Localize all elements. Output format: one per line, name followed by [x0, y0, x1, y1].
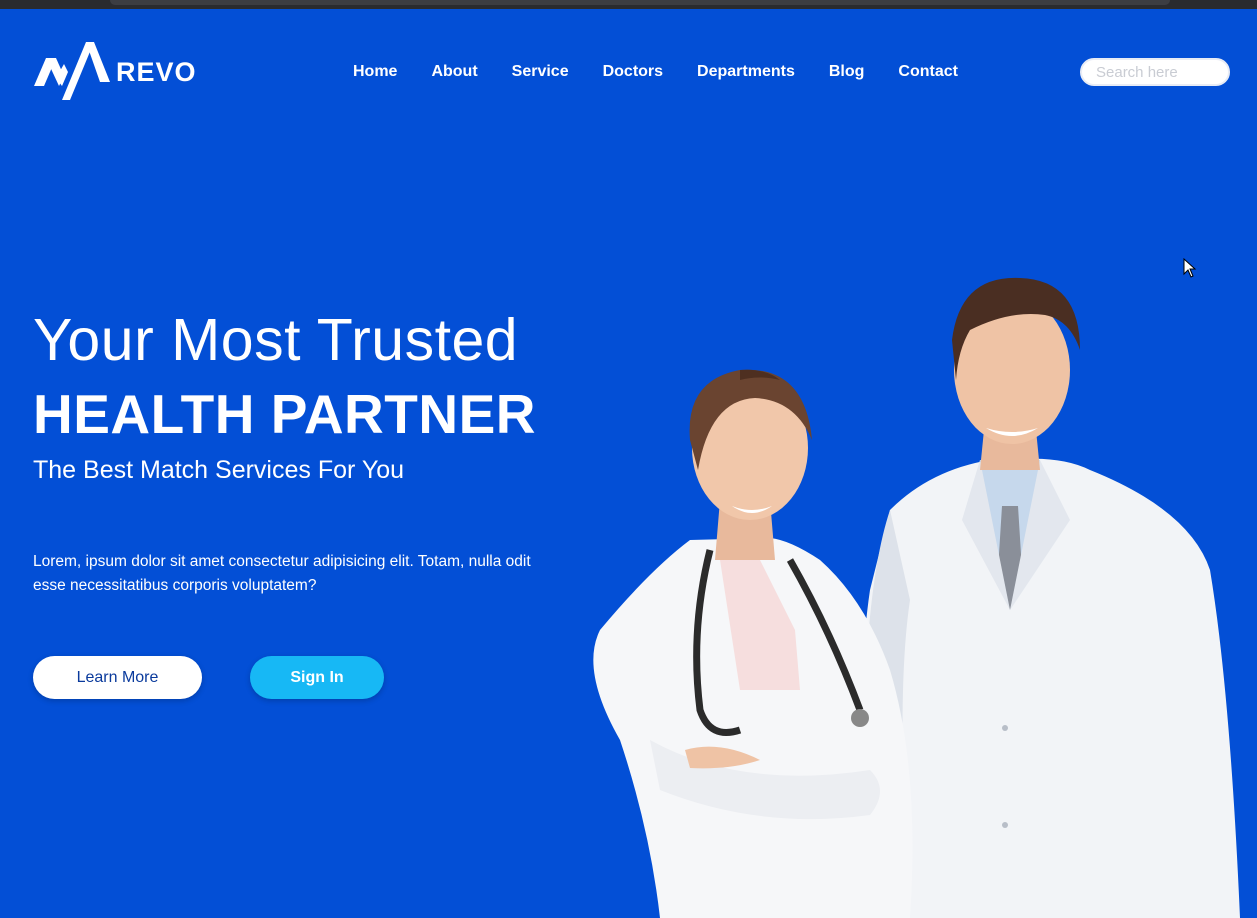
- main-nav: Home About Service Doctors Departments B…: [336, 60, 975, 84]
- browser-chrome: [0, 0, 1257, 9]
- hero-description: Lorem, ipsum dolor sit amet consectetur …: [33, 553, 531, 594]
- hero-subtitle: The Best Match Services For You: [33, 456, 405, 484]
- nav-contact[interactable]: Contact: [881, 63, 975, 81]
- revo-logo-icon: [34, 42, 110, 100]
- hero-title-line2: HEALTH PARTNER: [33, 383, 536, 445]
- nav-blog[interactable]: Blog: [812, 63, 882, 81]
- search-input[interactable]: [1080, 58, 1230, 86]
- nav-home[interactable]: Home: [336, 63, 414, 81]
- brand-logo[interactable]: REVO: [34, 42, 209, 100]
- sign-in-button[interactable]: Sign In: [250, 656, 384, 699]
- browser-address-strip: [110, 0, 1170, 5]
- mouse-cursor-icon: [1183, 258, 1197, 278]
- nav-departments[interactable]: Departments: [680, 63, 812, 81]
- doctors-hero-image: [593, 277, 1240, 918]
- hero-title-line1: Your Most Trusted: [33, 307, 519, 373]
- nav-about[interactable]: About: [414, 63, 494, 81]
- brand-name: REVO: [116, 56, 197, 87]
- nav-service[interactable]: Service: [495, 63, 586, 81]
- nav-doctors[interactable]: Doctors: [586, 63, 680, 81]
- learn-more-button[interactable]: Learn More: [33, 656, 202, 699]
